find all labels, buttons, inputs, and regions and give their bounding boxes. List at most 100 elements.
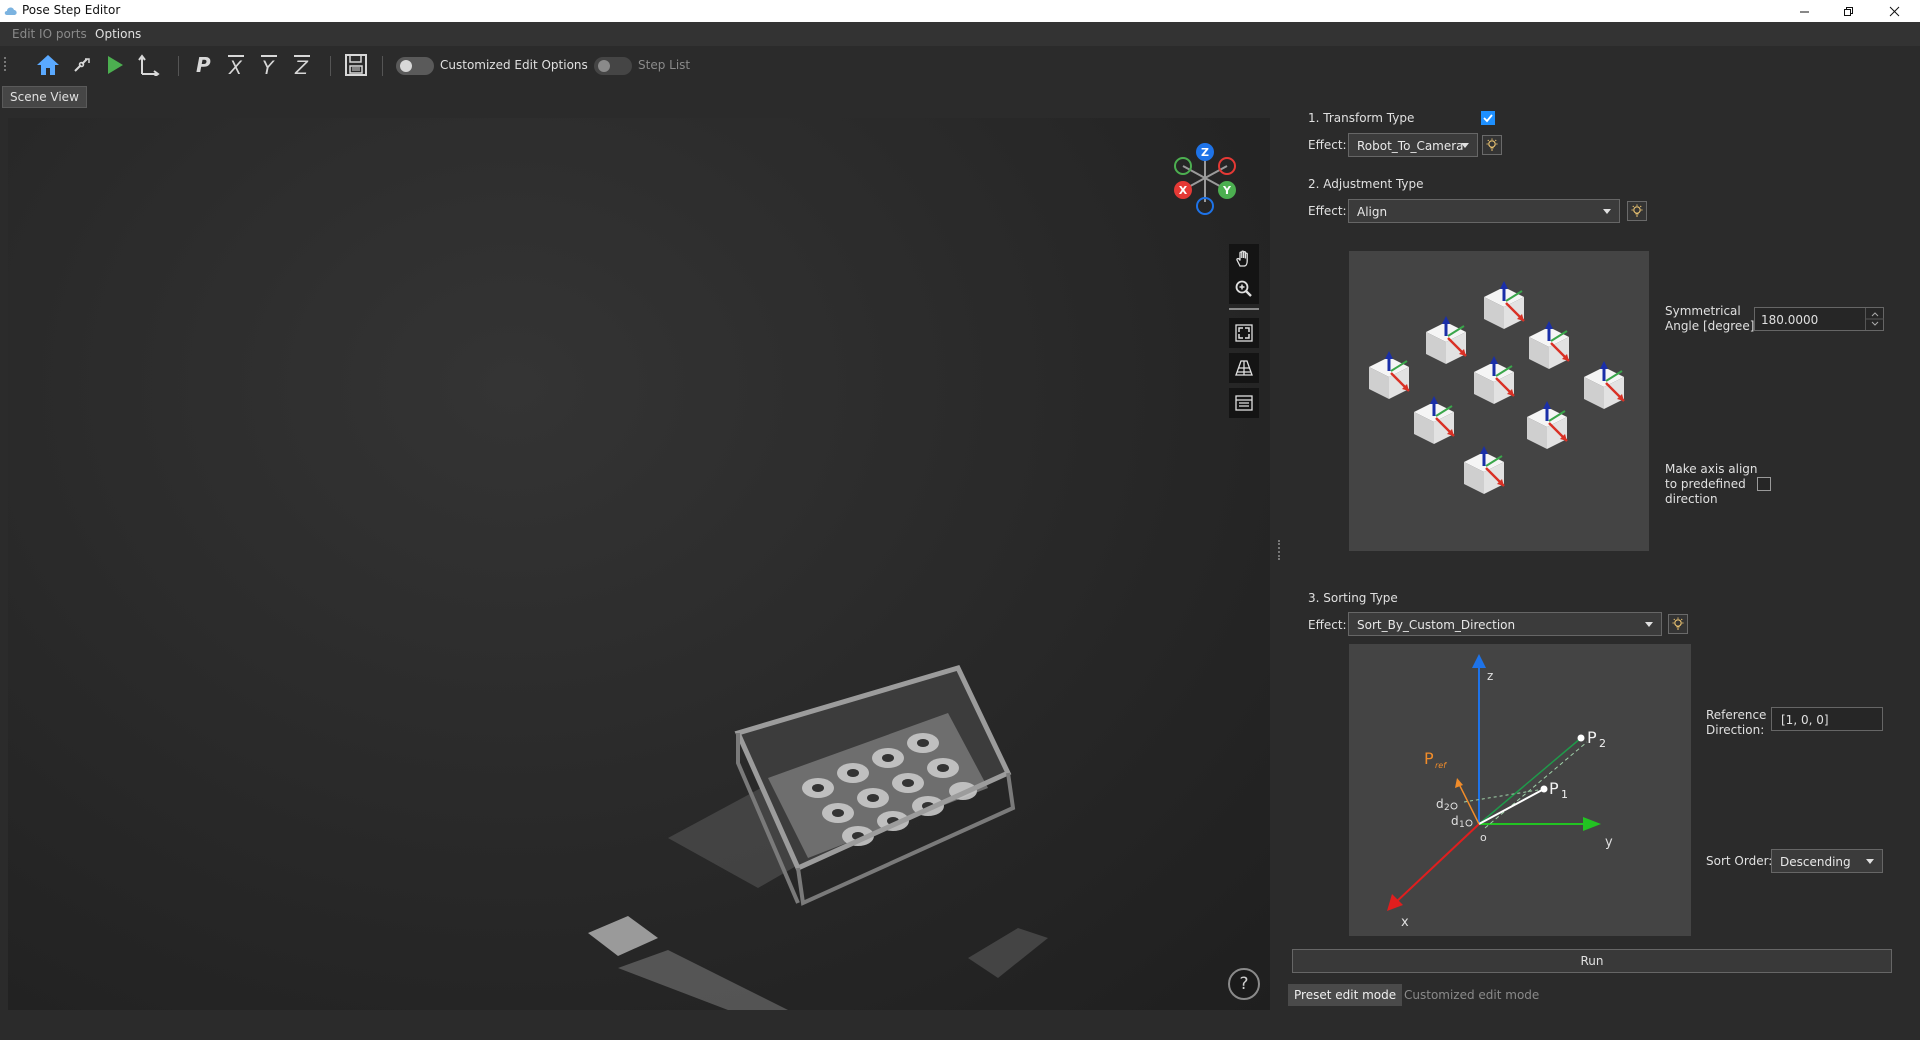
tab-customized-edit-mode[interactable]: Customized edit mode [1398, 984, 1545, 1006]
diagram-p1-label: P [1549, 779, 1559, 798]
diagram-d1-sub: 1 [1459, 820, 1465, 830]
transform-effect-value: Robot_To_Camera [1357, 139, 1464, 153]
sort-order-value: Descending [1780, 855, 1851, 869]
sort-order-label: Sort Order: [1706, 854, 1773, 868]
step-list-label: Step List [638, 58, 691, 72]
diagram-y-label: y [1605, 835, 1613, 850]
gizmo-z-label: Z [1201, 146, 1209, 159]
help-button[interactable]: ? [1228, 968, 1260, 1000]
p-tool-icon[interactable]: P [190, 52, 216, 78]
zoom-icon[interactable] [1229, 274, 1259, 304]
step-list-toggle[interactable] [594, 57, 632, 75]
aligned-cubes-image [1367, 279, 1626, 496]
diagram-d1-label: d [1451, 814, 1459, 828]
run-button[interactable]: Run [1292, 949, 1892, 973]
diagram-x-label: x [1401, 915, 1409, 930]
toggle-knob [400, 60, 412, 72]
transform-type-checkbox[interactable] [1481, 111, 1495, 125]
diagram-pref-label: P [1424, 749, 1434, 768]
sorting-effect-label: Effect: [1308, 618, 1347, 632]
transform-hint-bulb-icon[interactable] [1482, 135, 1502, 155]
toolbar-separator [178, 56, 179, 76]
menu-bar: Edit IO ports Options [0, 22, 1920, 46]
menu-edit-io-ports[interactable]: Edit IO ports [12, 27, 87, 41]
sort-direction-diagram: z y x o P 2 P 1 P ref d 2 d 1 [1387, 654, 1613, 930]
close-icon[interactable] [1872, 0, 1916, 22]
spin-buttons[interactable] [1865, 308, 1884, 330]
symmetrical-angle-label: Symmetrical [1665, 304, 1741, 318]
pick-point-icon[interactable] [69, 52, 95, 78]
orientation-gizmo[interactable]: Z X Y [1161, 140, 1249, 224]
settings-panel: 1. Transform Type Effect: Robot_To_Camer… [1288, 98, 1910, 1018]
adjustment-illustration [1349, 251, 1649, 551]
reference-direction-label: Reference [1706, 708, 1767, 722]
diagram-d2-label: d [1436, 797, 1444, 811]
reference-direction-label-2: Direction: [1706, 723, 1765, 737]
gizmo-x-label: X [1179, 184, 1188, 197]
diagram-z-label: z [1487, 669, 1493, 683]
tool-divider [1229, 308, 1259, 310]
grip-icon [0, 52, 10, 78]
z-tool-icon[interactable]: Z [289, 52, 315, 78]
fit-view-icon[interactable] [1229, 318, 1259, 348]
svg-text:P: P [196, 54, 211, 76]
tab-scene-view[interactable]: Scene View [2, 86, 87, 108]
customized-edit-toggle[interactable] [396, 57, 434, 75]
run-icon[interactable] [102, 52, 128, 78]
point-cloud-bin [588, 664, 1048, 1010]
make-axis-align-label: Make axis align [1665, 462, 1758, 476]
perspective-view-icon[interactable] [1229, 353, 1259, 383]
tab-preset-edit-mode[interactable]: Preset edit mode [1288, 984, 1403, 1006]
adjustment-effect-select[interactable]: Align [1348, 199, 1620, 223]
reference-direction-input[interactable]: [1, 0, 0] [1771, 707, 1883, 731]
diagram-pref-sub: ref [1435, 761, 1447, 770]
chevron-down-icon [1645, 622, 1653, 627]
make-axis-align-checkbox[interactable] [1757, 477, 1771, 491]
home-icon[interactable] [35, 52, 61, 78]
sorting-type-title: 3. Sorting Type [1308, 591, 1398, 605]
adjustment-hint-bulb-icon[interactable] [1627, 201, 1647, 221]
diagram-origin-label: o [1480, 831, 1487, 844]
pan-hand-icon[interactable] [1229, 244, 1259, 274]
svg-text:X: X [228, 57, 243, 76]
toggle-knob [598, 60, 610, 72]
title-bar: Pose Step Editor [0, 0, 1920, 22]
app-icon [4, 5, 18, 19]
adjustment-effect-label: Effect: [1308, 204, 1347, 218]
svg-text:Y: Y [262, 57, 275, 76]
minimize-icon[interactable] [1782, 0, 1826, 22]
make-axis-align-label-3: direction [1665, 492, 1718, 506]
adjustment-type-title: 2. Adjustment Type [1308, 177, 1424, 191]
sorting-effect-value: Sort_By_Custom_Direction [1357, 618, 1516, 632]
transform-type-title: 1. Transform Type [1308, 111, 1415, 125]
window-title: Pose Step Editor [22, 3, 121, 17]
sorting-diagram: z y x o P 2 P 1 P ref d 2 d 1 [1349, 644, 1691, 936]
menu-options[interactable]: Options [95, 27, 141, 41]
diagram-p1-sub: 1 [1561, 788, 1568, 801]
toolbar-separator [330, 56, 331, 76]
restore-icon[interactable] [1826, 0, 1870, 22]
toolbar-separator [382, 56, 383, 76]
axis-icon[interactable] [135, 52, 161, 78]
diagram-p2-label: P [1587, 728, 1597, 747]
adjustment-effect-value: Align [1357, 205, 1388, 219]
sort-order-select[interactable]: Descending [1771, 849, 1883, 873]
make-axis-align-label-2: to predefined [1665, 477, 1746, 491]
scene-viewport[interactable]: Z X Y ? [8, 118, 1270, 1010]
panel-splitter[interactable] [1278, 540, 1281, 560]
sorting-effect-select[interactable]: Sort_By_Custom_Direction [1348, 612, 1662, 636]
transform-effect-select[interactable]: Robot_To_Camera [1348, 133, 1478, 157]
chevron-down-icon [1603, 209, 1611, 214]
sorting-hint-bulb-icon[interactable] [1668, 614, 1688, 634]
chevron-down-icon [1461, 143, 1469, 148]
y-tool-icon[interactable]: Y [256, 52, 282, 78]
view-list-icon[interactable] [1229, 388, 1259, 418]
symmetrical-angle-value: 180.0000 [1761, 313, 1819, 327]
svg-text:Z: Z [294, 57, 309, 76]
customized-edit-label: Customized Edit Options [440, 58, 588, 72]
x-tool-icon[interactable]: X [223, 52, 249, 78]
symmetrical-angle-spinbox[interactable]: 180.0000 [1754, 307, 1884, 331]
diagram-d2-sub: 2 [1444, 803, 1450, 813]
save-icon[interactable] [343, 52, 369, 78]
symmetrical-angle-label-2: Angle [degree]: [1665, 319, 1759, 333]
